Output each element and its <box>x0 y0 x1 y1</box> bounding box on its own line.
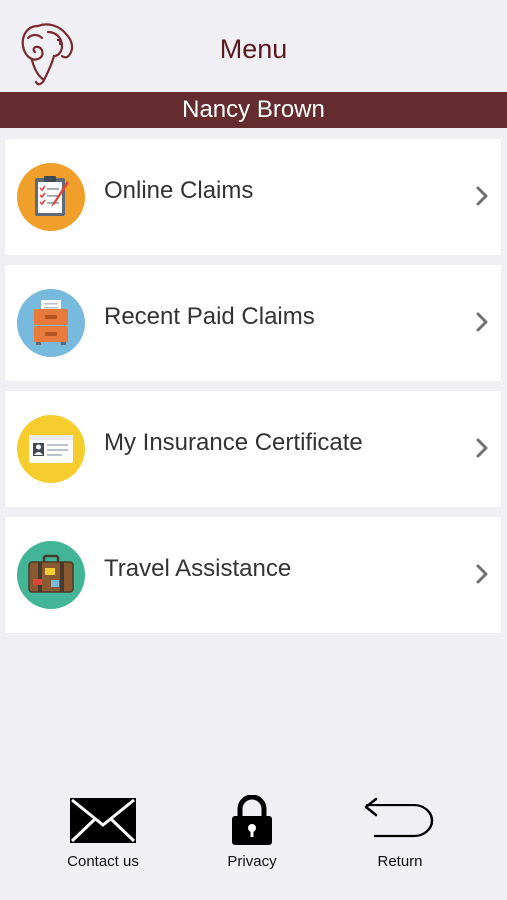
lock-icon <box>192 795 312 845</box>
user-name-bar: Nancy Brown <box>0 92 507 128</box>
chevron-right-icon <box>475 311 489 333</box>
header: Menu <box>0 0 507 92</box>
return-button[interactable]: Return <box>340 795 460 870</box>
privacy-label: Privacy <box>227 853 277 870</box>
suitcase-icon <box>17 541 85 609</box>
menu-item-travel-assistance[interactable]: Travel Assistance <box>5 517 501 633</box>
file-cabinet-icon <box>17 289 85 357</box>
menu-item-label: My Insurance Certificate <box>104 429 363 456</box>
page-title: Menu <box>219 34 288 64</box>
contact-us-label: Contact us <box>67 853 139 870</box>
menu-item-insurance-certificate[interactable]: My Insurance Certificate <box>5 391 501 507</box>
menu-item-online-claims[interactable]: Online Claims <box>5 139 501 255</box>
menu-item-label: Online Claims <box>104 177 254 204</box>
menu-item-recent-paid-claims[interactable]: Recent Paid Claims <box>5 265 501 381</box>
id-card-icon <box>17 415 85 483</box>
privacy-button[interactable]: Privacy <box>192 795 312 870</box>
return-label: Return <box>377 853 423 870</box>
footer-toolbar: Contact us Privacy Return <box>0 795 507 900</box>
menu-list: Online Claims Recent Paid Claims My Insu… <box>5 139 501 643</box>
clipboard-checklist-icon <box>17 163 85 231</box>
return-arrow-icon <box>340 795 460 845</box>
chevron-right-icon <box>475 437 489 459</box>
menu-item-label: Travel Assistance <box>104 555 292 582</box>
envelope-icon <box>43 795 163 845</box>
contact-us-button[interactable]: Contact us <box>43 795 163 870</box>
menu-item-label: Recent Paid Claims <box>104 303 315 330</box>
chevron-right-icon <box>475 185 489 207</box>
chevron-right-icon <box>475 563 489 585</box>
